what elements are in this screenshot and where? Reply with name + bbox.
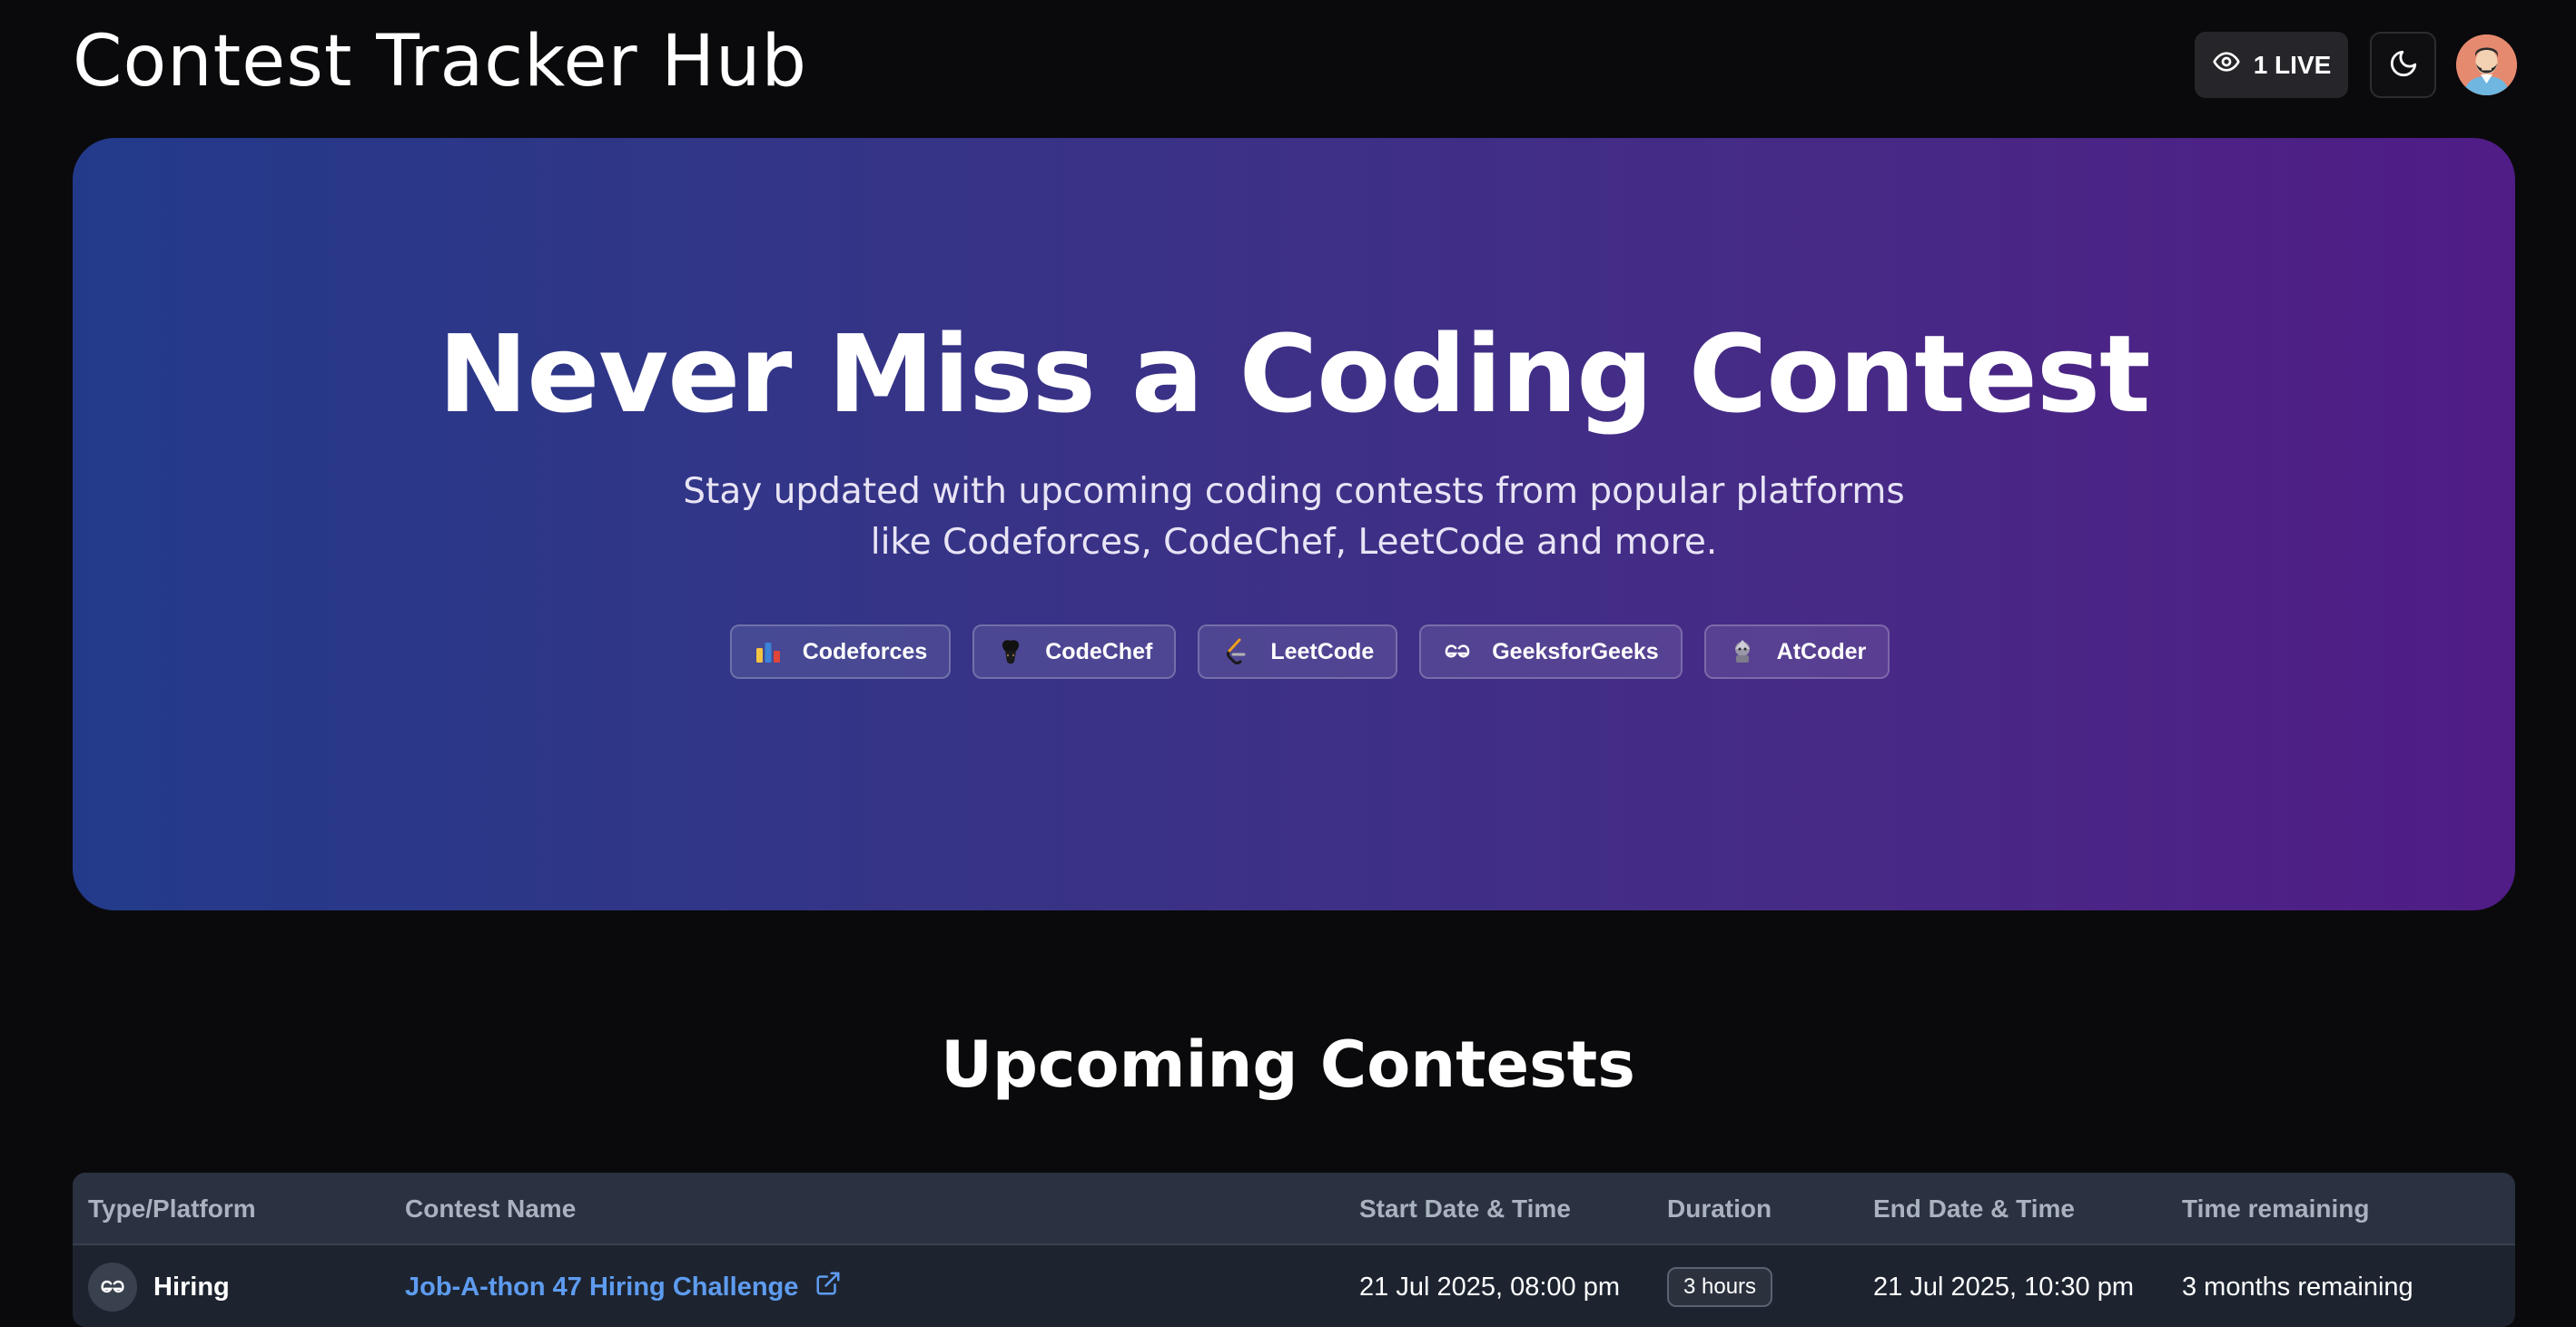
- column-header-duration: Duration: [1667, 1194, 1772, 1223]
- platform-chip-geeksforgeeks[interactable]: GeeksforGeeks: [1419, 624, 1683, 679]
- duration-badge: 3 hours: [1667, 1267, 1773, 1307]
- codeforces-icon: [752, 635, 785, 668]
- platform-chip-label: AtCoder: [1776, 638, 1867, 664]
- platform-chip-label: LeetCode: [1270, 638, 1375, 664]
- live-counter-button[interactable]: 1 LIVE: [2195, 32, 2348, 98]
- platform-cell: Hiring: [88, 1247, 230, 1327]
- column-header-platform: Type/Platform: [88, 1194, 256, 1223]
- geeksforgeeks-icon: [88, 1263, 137, 1312]
- table-header: Type/Platform Contest Name Start Date & …: [73, 1173, 2515, 1245]
- time-remaining-cell: 3 months remaining: [2182, 1272, 2413, 1302]
- contest-name-link[interactable]: Job-A-thon 47 Hiring Challenge: [405, 1247, 842, 1327]
- table-row: Hiring Job-A-thon 47 Hiring Challenge 21…: [73, 1247, 2515, 1327]
- geeksforgeeks-icon: [1441, 635, 1474, 668]
- end-date-cell: 21 Jul 2025, 10:30 pm: [1873, 1272, 2134, 1302]
- column-header-end: End Date & Time: [1873, 1194, 2075, 1223]
- contests-table: Type/Platform Contest Name Start Date & …: [73, 1173, 2515, 1327]
- codechef-icon: [994, 635, 1027, 668]
- user-avatar[interactable]: [2456, 34, 2517, 95]
- platform-chip-label: CodeChef: [1045, 638, 1153, 664]
- eye-icon: [2212, 47, 2241, 83]
- external-link-icon[interactable]: [814, 1270, 842, 1304]
- platform-chip-codeforces[interactable]: Codeforces: [729, 624, 952, 679]
- hero-title: Never Miss a Coding Contest: [438, 311, 2150, 437]
- platform-chips: Codeforces CodeChef LeetCode GeeksforGee…: [73, 624, 2515, 679]
- hero-subtitle: Stay updated with upcoming coding contes…: [683, 471, 1905, 563]
- platform-chip-codechef[interactable]: CodeChef: [972, 624, 1177, 679]
- leetcode-icon: [1219, 635, 1252, 668]
- platform-chip-label: Codeforces: [802, 638, 928, 664]
- column-header-start: Start Date & Time: [1359, 1194, 1571, 1223]
- upcoming-contests-heading: Upcoming Contests: [941, 1027, 1635, 1102]
- column-header-contest-name: Contest Name: [405, 1194, 577, 1223]
- duration-cell: 3 hours: [1667, 1247, 1773, 1327]
- moon-icon: [2388, 48, 2419, 83]
- top-bar: Contest Tracker Hub 1 LIVE: [0, 0, 2576, 127]
- platform-chip-label: GeeksforGeeks: [1492, 638, 1659, 664]
- app-title[interactable]: Contest Tracker Hub: [73, 16, 807, 107]
- live-counter-label: 1 LIVE: [2253, 50, 2332, 79]
- theme-toggle-button[interactable]: [2370, 32, 2436, 98]
- column-header-time-remaining: Time remaining: [2182, 1194, 2370, 1223]
- hero-banner: Never Miss a Coding Contest Stay updated…: [73, 138, 2515, 910]
- start-date-cell: 21 Jul 2025, 08:00 pm: [1359, 1272, 1620, 1302]
- platform-name: Hiring: [153, 1272, 230, 1302]
- contest-name[interactable]: Job-A-thon 47 Hiring Challenge: [405, 1273, 798, 1302]
- platform-chip-leetcode[interactable]: LeetCode: [1198, 624, 1398, 679]
- atcoder-icon: [1726, 635, 1759, 668]
- platform-chip-atcoder[interactable]: AtCoder: [1703, 624, 1890, 679]
